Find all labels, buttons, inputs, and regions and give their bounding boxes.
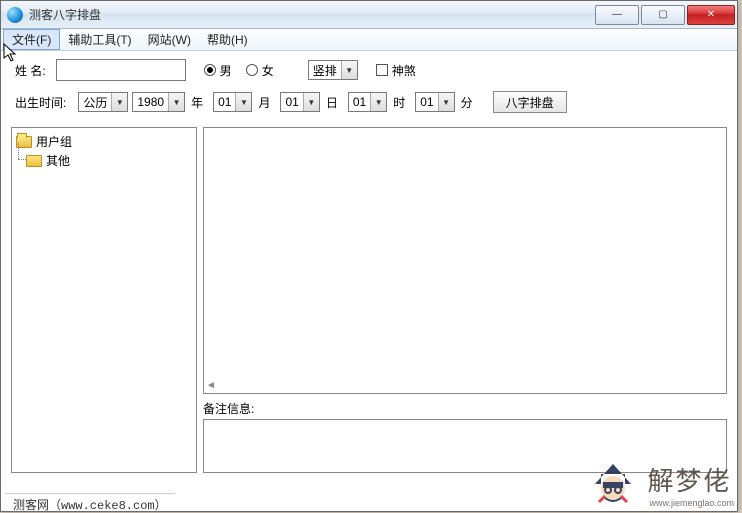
radio-dot-icon	[246, 64, 258, 76]
tree-root-label: 用户组	[36, 133, 72, 150]
menu-file[interactable]: 文件(F)	[3, 29, 60, 50]
year-select[interactable]: 1980 ▼	[132, 92, 185, 112]
chevron-down-icon: ▼	[235, 93, 251, 111]
chevron-down-icon: ▼	[438, 93, 454, 111]
gender-male-radio[interactable]: 男	[204, 62, 232, 79]
menu-help[interactable]: 帮助(H)	[199, 29, 256, 50]
app-icon	[7, 7, 23, 23]
chevron-down-icon: ▼	[370, 93, 386, 111]
day-select[interactable]: 01 ▼	[280, 92, 319, 112]
chevron-down-icon: ▼	[168, 93, 184, 111]
minute-value: 01	[420, 95, 433, 109]
birth-label: 出生时间:	[15, 94, 66, 111]
menu-site[interactable]: 网站(W)	[140, 29, 199, 50]
status-text: 测客网（www.ceke8.com）	[13, 499, 167, 513]
tree-root-item[interactable]: 用户组	[14, 132, 194, 151]
gender-male-label: 男	[220, 62, 232, 79]
right-column: ◄ 备注信息:	[203, 127, 727, 473]
month-value: 01	[218, 95, 231, 109]
birth-row: 出生时间: 公历 ▼ 1980 ▼ 年 01 ▼ 月 01 ▼ 日 01	[15, 91, 723, 113]
minimize-button[interactable]: ―	[595, 5, 639, 25]
menu-tools[interactable]: 辅助工具(T)	[60, 29, 139, 50]
app-window: 测客八字排盘 ― ▢ ✕ 文件(F) 辅助工具(T) 网站(W) 帮助(H) 姓…	[0, 0, 738, 512]
calendar-select[interactable]: 公历 ▼	[78, 92, 128, 112]
gender-female-radio[interactable]: 女	[246, 62, 274, 79]
content-area: 用户组 其他 ◄ 备注信息:	[1, 127, 737, 477]
tree-child-label: 其他	[46, 152, 70, 169]
minute-unit: 分	[461, 94, 473, 111]
name-label: 姓 名:	[15, 62, 46, 79]
chevron-down-icon: ▼	[303, 93, 319, 111]
result-textarea[interactable]: ◄	[203, 127, 727, 394]
statusbar: 测客网（www.ceke8.com）	[5, 493, 175, 511]
window-title: 测客八字排盘	[29, 6, 593, 23]
calendar-value: 公历	[83, 94, 107, 111]
tree-child-item[interactable]: 其他	[24, 151, 194, 170]
layout-select[interactable]: 竖排 ▼	[308, 60, 358, 80]
calculate-button[interactable]: 八字排盘	[493, 91, 567, 113]
remark-textarea[interactable]	[203, 419, 727, 473]
window-controls: ― ▢ ✕	[593, 5, 735, 25]
shensha-checkbox[interactable]: 神煞	[376, 62, 416, 79]
tree-panel[interactable]: 用户组 其他	[11, 127, 197, 473]
radio-dot-icon	[204, 64, 216, 76]
shensha-label: 神煞	[392, 62, 416, 79]
form-area: 姓 名: 男 女 竖排 ▼ 神煞 出生时间:	[1, 51, 737, 127]
year-unit: 年	[191, 94, 203, 111]
hour-select[interactable]: 01 ▼	[348, 92, 387, 112]
month-unit: 月	[258, 94, 270, 111]
layout-select-value: 竖排	[313, 62, 337, 79]
name-row: 姓 名: 男 女 竖排 ▼ 神煞	[15, 59, 723, 81]
year-value: 1980	[137, 95, 164, 109]
checkbox-box-icon	[376, 64, 388, 76]
gender-female-label: 女	[262, 62, 274, 79]
remark-label: 备注信息:	[203, 400, 727, 417]
menubar: 文件(F) 辅助工具(T) 网站(W) 帮助(H)	[1, 29, 737, 51]
minute-select[interactable]: 01 ▼	[415, 92, 454, 112]
chevron-down-icon: ▼	[341, 61, 357, 79]
hour-value: 01	[353, 95, 366, 109]
chevron-down-icon: ▼	[111, 93, 127, 111]
scroll-left-icon[interactable]: ◄	[206, 380, 216, 391]
titlebar: 测客八字排盘 ― ▢ ✕	[1, 1, 737, 29]
hour-unit: 时	[393, 94, 405, 111]
name-input[interactable]	[56, 59, 186, 81]
day-unit: 日	[326, 94, 338, 111]
calculate-button-label: 八字排盘	[506, 94, 554, 111]
day-value: 01	[285, 95, 298, 109]
folder-icon	[26, 155, 42, 167]
close-button[interactable]: ✕	[687, 5, 735, 25]
maximize-button[interactable]: ▢	[641, 5, 685, 25]
month-select[interactable]: 01 ▼	[213, 92, 252, 112]
